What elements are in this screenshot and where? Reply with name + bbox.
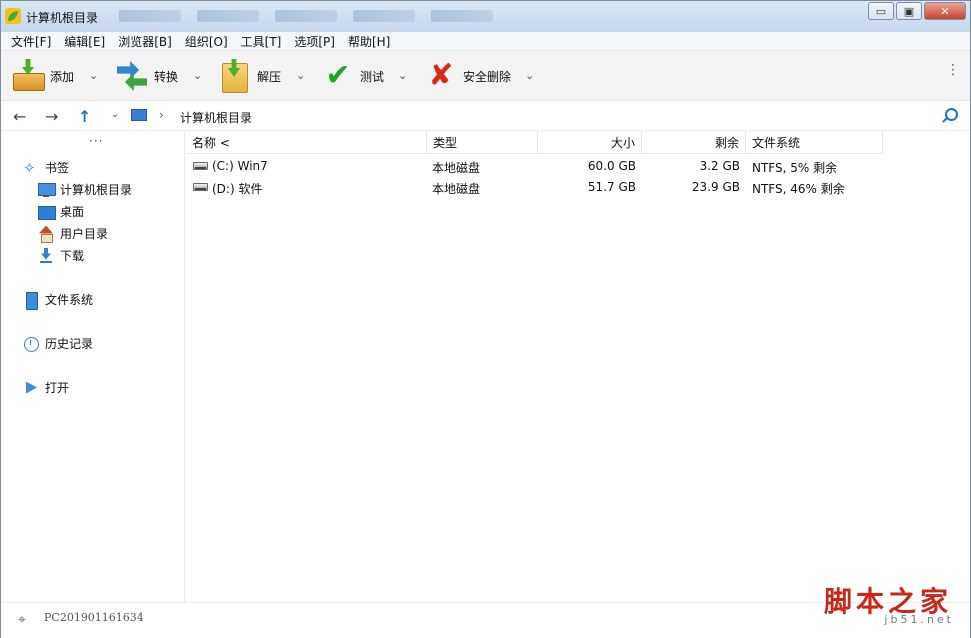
sidebar-item-user-home[interactable]: 用户目录: [38, 225, 109, 243]
menu-organize[interactable]: 组织[O]: [179, 33, 235, 50]
taskbar-tabs-blurred: [119, 10, 509, 24]
drive-type: 本地磁盘: [432, 182, 481, 196]
convert-button[interactable]: 转换: [115, 59, 178, 93]
drive-type: 本地磁盘: [432, 161, 481, 175]
window-controls: ▭ ▣ ✕: [866, 2, 966, 20]
download-icon: [38, 248, 54, 264]
extract-label: 解压: [257, 69, 282, 84]
menu-edit[interactable]: 编辑[E]: [58, 33, 112, 50]
convert-label: 转换: [154, 69, 179, 84]
minimize-button[interactable]: ▭: [868, 2, 894, 20]
test-button[interactable]: ✔ 测试: [321, 59, 384, 93]
star-icon: ✧: [23, 158, 36, 177]
column-header-size[interactable]: 大小: [538, 132, 642, 154]
test-dropdown-icon[interactable]: ⌄: [398, 69, 407, 82]
monitor-icon: [38, 182, 56, 198]
drive-filesystem: NTFS, 46% 剩余: [752, 182, 845, 196]
clock-icon: [23, 336, 39, 352]
forward-arrow-icon[interactable]: →: [45, 107, 58, 126]
table-row[interactable]: (D:) 软件 本地磁盘 51.7 GB 23.9 GB NTFS, 46% 剩…: [186, 177, 970, 198]
column-header-type[interactable]: 类型: [427, 132, 538, 154]
sidebar-item-computer-root[interactable]: 计算机根目录: [38, 181, 132, 198]
sidebar-menu-dots[interactable]: ···: [89, 134, 103, 148]
sidebar-label-bookmarks: 书签: [45, 161, 70, 175]
back-arrow-icon[interactable]: ←: [13, 107, 26, 126]
sidebar-label-history: 历史记录: [45, 337, 94, 351]
drive-filesystem: NTFS, 5% 剩余: [752, 161, 838, 175]
drive-name: (C:) Win7: [212, 159, 268, 173]
menu-browser[interactable]: 浏览器[B]: [112, 33, 179, 50]
delete-dropdown-icon[interactable]: ⌄: [525, 69, 534, 82]
app-window: 计算机根目录 ▭ ▣ ✕ 文件[F] 编辑[E] 浏览器[B] 组织[O] 工具…: [0, 0, 971, 638]
sidebar-item-open[interactable]: 打开: [23, 379, 69, 396]
menu-bar: 文件[F] 编辑[E] 浏览器[B] 组织[O] 工具[T] 选项[P] 帮助[…: [1, 32, 970, 51]
sidebar-label-user-home: 用户目录: [60, 227, 109, 241]
sidebar-item-bookmarks[interactable]: ✧ 书签: [23, 159, 69, 176]
app-logo-icon: [5, 8, 21, 24]
drive-free: 3.2 GB: [699, 159, 740, 173]
convert-arrows-icon: [115, 59, 149, 93]
sidebar-label-computer-root: 计算机根目录: [60, 183, 133, 197]
title-bar[interactable]: 计算机根目录 ▭ ▣ ✕: [1, 1, 970, 32]
sidebar-item-desktop[interactable]: 桌面: [38, 203, 84, 220]
hard-drive-icon: [193, 162, 208, 170]
computer-name: PC201901161634: [44, 611, 144, 624]
sidebar-item-history[interactable]: 历史记录: [23, 335, 93, 352]
history-dropdown-icon[interactable]: ⌄: [111, 109, 119, 120]
toolbar: 添加 ⌄ 转换 ⌄ 解压 ⌄ ✔ 测试 ⌄ ✘ 安全删除 ⌄ ⋮: [1, 51, 970, 101]
menu-help[interactable]: 帮助[H]: [342, 33, 397, 50]
column-header-filesystem[interactable]: 文件系统: [746, 132, 883, 154]
add-archive-icon: [11, 59, 45, 93]
maximize-button[interactable]: ▣: [896, 2, 922, 20]
more-options-icon[interactable]: ⋮: [946, 63, 960, 77]
window-title: 计算机根目录: [26, 11, 99, 25]
drive-name: (D:) 软件: [212, 182, 263, 196]
add-label: 添加: [50, 69, 75, 84]
up-arrow-icon[interactable]: ↑: [78, 107, 91, 126]
sidebar-item-downloads[interactable]: 下载: [38, 247, 84, 264]
extract-button[interactable]: 解压: [218, 59, 281, 93]
sidebar-label-desktop: 桌面: [60, 205, 85, 219]
menu-options[interactable]: 选项[P]: [288, 33, 342, 50]
breadcrumb-path[interactable]: 计算机根目录: [180, 109, 252, 126]
sidebar-label-filesystem: 文件系统: [45, 293, 94, 307]
home-icon: [38, 226, 54, 243]
add-button[interactable]: 添加: [11, 59, 74, 93]
drive-free: 23.9 GB: [691, 180, 740, 194]
close-button[interactable]: ✕: [924, 2, 966, 20]
delete-x-icon: ✘: [428, 58, 454, 93]
sidebar: ··· ✧ 书签 计算机根目录 桌面 用户目录 下载 文件系统 历史记录 打开: [1, 132, 185, 602]
play-triangle-icon: [23, 380, 39, 396]
sidebar-item-filesystem[interactable]: 文件系统: [23, 291, 94, 310]
table-row[interactable]: (C:) Win7 本地磁盘 60.0 GB 3.2 GB NTFS, 5% 剩…: [186, 156, 970, 177]
checkmark-icon: ✔: [325, 58, 351, 93]
breadcrumb-separator-icon[interactable]: ›: [159, 108, 164, 122]
test-label: 测试: [360, 69, 385, 84]
menu-file[interactable]: 文件[F]: [5, 33, 58, 50]
column-header-name[interactable]: 名称 <: [186, 132, 427, 154]
sidebar-label-downloads: 下载: [60, 249, 85, 263]
add-dropdown-icon[interactable]: ⌄: [89, 69, 98, 82]
file-system-icon: [23, 291, 39, 310]
file-list: 名称 < 类型 大小 剩余 文件系统 (C:) Win7 本地磁盘 60.0 G…: [186, 132, 970, 602]
drive-size: 51.7 GB: [587, 180, 636, 194]
drive-size: 60.0 GB: [587, 159, 636, 173]
menu-tools[interactable]: 工具[T]: [235, 33, 289, 50]
extract-folder-icon: [218, 59, 252, 93]
desktop-icon: [38, 204, 56, 220]
computer-icon[interactable]: [131, 109, 147, 121]
column-header-free[interactable]: 剩余: [642, 132, 746, 154]
network-icon[interactable]: ⌖: [18, 612, 26, 628]
convert-dropdown-icon[interactable]: ⌄: [193, 69, 202, 82]
sidebar-label-open: 打开: [45, 381, 70, 395]
watermark-url: jb51.net: [884, 613, 954, 626]
extract-dropdown-icon[interactable]: ⌄: [296, 69, 305, 82]
secure-delete-label: 安全删除: [463, 69, 512, 84]
search-icon[interactable]: [945, 108, 958, 121]
hard-drive-icon: [193, 183, 208, 191]
secure-delete-button[interactable]: ✘ 安全删除: [424, 59, 511, 93]
